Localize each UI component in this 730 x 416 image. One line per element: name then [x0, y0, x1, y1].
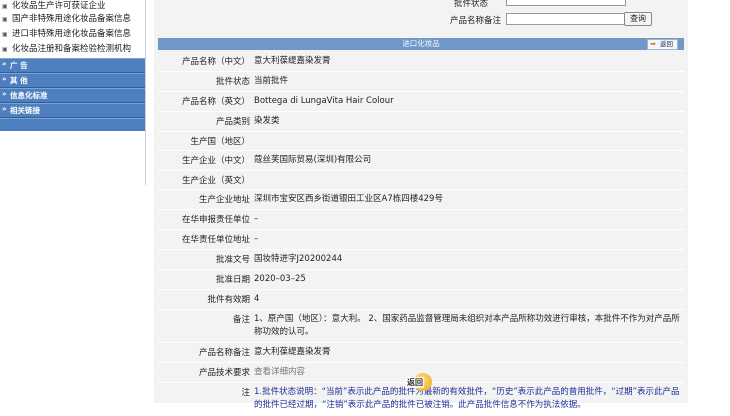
search-row-remark: 产品名称备注 查询 [154, 12, 688, 30]
field-label: 生产国（地区） [158, 131, 252, 151]
field-value: 意大利葆缇嘉染发膏 [252, 342, 684, 363]
table-row: 产品名称（英文） Bottega di LungaVita Hair Colour [158, 91, 684, 112]
field-value: 国妆特进字J20200244 [252, 249, 684, 270]
sidebar-section-label: 信息化标准 [10, 91, 48, 100]
bullet-icon: ▣ [2, 46, 8, 53]
sidebar-section-standards[interactable]: » 信息化标准 [0, 88, 145, 103]
sidebar-item-label: 化妆品注册和备案检验检测机构 [12, 44, 132, 54]
field-value: – [252, 229, 684, 250]
table-row: 生产国（地区） [158, 131, 684, 151]
table-row: 生产企业地址 深圳市宝安区西乡街道银田工业区A7栋四楼429号 [158, 189, 684, 210]
sidebar-item-import-filing[interactable]: ▣ 进口非特殊用途化妆品备案信息 [0, 28, 145, 41]
table-row: 产品类别 染发类 [158, 111, 684, 132]
sidebar: ▣ 化妆品生产许可获证企业 ▣ 国产非特殊用途化妆品备案信息 ▣ 进口非特殊用途化妆品… [0, 0, 146, 185]
status-note: 1.批件状态说明：“当前”表示此产品的批件为最新的有效批件，“历史”表示此产品的… [252, 382, 684, 416]
field-label: 批准文号 [158, 249, 252, 270]
table-row: 生产企业（中文） 蔻丝芙国际贸易(深圳)有限公司 [158, 150, 684, 171]
back-button-bottom[interactable]: 返回 [406, 373, 436, 391]
table-row: 批件有效期 4 [158, 289, 684, 310]
arrow-icon: » [2, 105, 7, 113]
field-label: 生产企业（中文） [158, 150, 252, 171]
field-label: 批准日期 [158, 269, 252, 290]
arrow-icon: » [2, 75, 7, 83]
field-value: 2020–03–25 [252, 269, 684, 290]
field-value: 蔻丝芙国际贸易(深圳)有限公司 [252, 150, 684, 171]
sidebar-section-links[interactable]: » 相关链接 [0, 103, 145, 118]
field-value: 4 [252, 289, 684, 310]
back-label: 返回 [406, 377, 424, 388]
bullet-icon: ▣ [2, 3, 8, 10]
field-value: 1、原产国（地区）：意大利。 2、国家药品监督管理局未组织对本产品所称功效进行审… [252, 309, 684, 343]
sidebar-item-testing-institutions[interactable]: ▣ 化妆品注册和备案检验检测机构 [0, 43, 145, 56]
query-button[interactable]: 查询 [624, 12, 652, 26]
arrow-right-icon: ➡ [650, 40, 656, 48]
sidebar-item-label: 国产非特殊用途化妆品备案信息 [12, 14, 132, 24]
table-row: 批准日期 2020–03–25 [158, 269, 684, 290]
field-label: 产品名称（英文） [158, 91, 252, 112]
remark-label: 产品名称备注 [450, 16, 502, 26]
field-label: 产品名称备注 [158, 342, 252, 363]
sidebar-item-label: 进口非特殊用途化妆品备案信息 [12, 29, 132, 39]
view-details-link[interactable]: 查看详细内容 [252, 362, 684, 383]
table-row: 生产企业（英文） [158, 170, 684, 190]
table-row: 批件状态 当前批件 [158, 71, 684, 92]
table-row: 在华申报责任单位 – [158, 209, 684, 230]
sidebar-section-label: 相关链接 [10, 106, 40, 115]
field-label: 在华责任单位地址 [158, 229, 252, 250]
field-label: 在华申报责任单位 [158, 209, 252, 230]
sidebar-item-label: 化妆品生产许可获证企业 [12, 1, 106, 11]
field-label: 注 [158, 382, 252, 416]
field-value: 深圳市宝安区西乡街道银田工业区A7栋四楼429号 [252, 189, 684, 210]
status-label: 批件状态 [454, 0, 489, 9]
field-label: 产品类别 [158, 111, 252, 132]
table-row: 批准文号 国妆特进字J20200244 [158, 249, 684, 270]
table-row: 产品名称备注 意大利葆缇嘉染发膏 [158, 342, 684, 363]
detail-table: 产品名称（中文） 意大利葆缇嘉染发膏 批件状态 当前批件 产品名称（英文） Botte… [158, 52, 684, 416]
panel-title: 进口化妆品 [402, 39, 440, 48]
field-value: – [252, 209, 684, 230]
panel-header: 进口化妆品 ➡ 返回 [158, 38, 684, 50]
field-label: 生产企业（英文） [158, 170, 252, 190]
field-value: Bottega di LungaVita Hair Colour [252, 91, 684, 112]
back-label: 返回 [660, 40, 673, 48]
field-label: 产品技术要求 [158, 362, 252, 383]
field-label: 生产企业地址 [158, 189, 252, 210]
sidebar-section-other[interactable]: » 其 他 [0, 73, 145, 88]
arrow-icon: » [2, 60, 7, 68]
sidebar-section-label: 广 告 [10, 61, 28, 70]
remark-input[interactable] [506, 13, 626, 25]
field-value [252, 131, 684, 151]
field-value: 当前批件 [252, 71, 684, 92]
status-input[interactable] [506, 0, 626, 6]
field-value: 意大利葆缇嘉染发膏 [252, 52, 684, 72]
field-label: 产品名称（中文） [158, 52, 252, 72]
field-value [252, 170, 684, 190]
field-label: 批件有效期 [158, 289, 252, 310]
bullet-icon: ▣ [2, 16, 8, 23]
sidebar-item-licensed-enterprises[interactable]: ▣ 化妆品生产许可获证企业 [0, 0, 145, 13]
table-row: 备注 1、原产国（地区）：意大利。 2、国家药品监督管理局未组织对本产品所称功效进… [158, 309, 684, 343]
main-content: 批件状态 产品名称备注 查询 进口化妆品 ➡ 返回 产品名称（中文） 意大利葆缇嘉染… [154, 0, 688, 416]
back-button-top[interactable]: ➡ 返回 [647, 39, 678, 50]
field-label: 批件状态 [158, 71, 252, 92]
table-row: 在华责任单位地址 – [158, 229, 684, 250]
sidebar-section-label: 其 他 [10, 76, 28, 85]
sidebar-section-ads[interactable]: » 广 告 [0, 58, 145, 73]
table-row: 产品名称（中文） 意大利葆缇嘉染发膏 [158, 52, 684, 72]
field-value: 染发类 [252, 111, 684, 132]
sidebar-footer [0, 118, 145, 131]
field-label: 备注 [158, 309, 252, 343]
sidebar-item-domestic-filing[interactable]: ▣ 国产非特殊用途化妆品备案信息 [0, 13, 145, 26]
arrow-icon: » [2, 90, 7, 98]
bullet-icon: ▣ [2, 31, 8, 38]
